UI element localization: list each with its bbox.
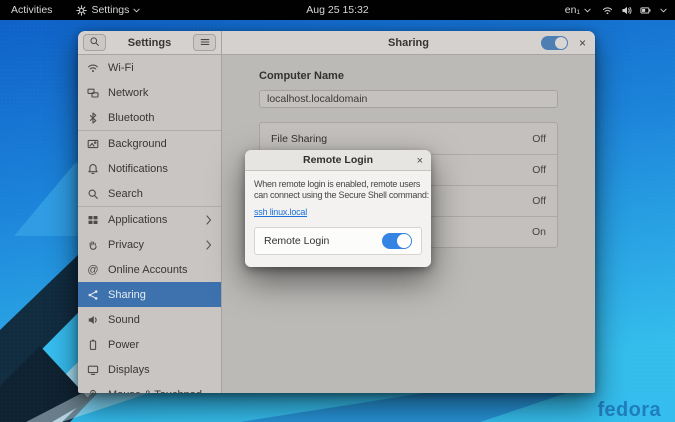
battery-icon[interactable] — [640, 5, 652, 16]
search-button[interactable] — [83, 34, 106, 51]
bell-icon — [87, 163, 99, 175]
row-status: Off — [532, 133, 546, 145]
menu-button[interactable] — [193, 34, 216, 51]
remote-login-toggle-row[interactable]: Remote Login — [254, 227, 422, 255]
sidebar-item-sound[interactable]: Sound — [78, 307, 221, 332]
sidebar-item-label: Privacy — [108, 239, 144, 251]
hamburger-icon — [200, 34, 210, 52]
dialog-headerbar: Remote Login × — [245, 150, 431, 171]
speaker-icon — [87, 314, 99, 326]
sidebar-item-label: Mouse & Touchpad — [108, 389, 202, 394]
remote-login-dialog: Remote Login × When remote login is enab… — [245, 150, 431, 267]
chevron-down-icon — [584, 8, 591, 13]
keyboard-layout-menu[interactable]: en₁ — [562, 0, 594, 20]
sidebar-item-label: Wi-Fi — [108, 62, 134, 74]
row-status: Off — [532, 164, 546, 176]
gear-icon — [76, 5, 87, 16]
sidebar-item-label: Notifications — [108, 163, 168, 175]
system-menu-chevron-icon[interactable] — [660, 8, 667, 13]
sidebar-item-label: Bluetooth — [108, 112, 154, 124]
toggle-knob — [555, 37, 567, 49]
mouse-icon — [87, 389, 99, 394]
wifi-icon — [87, 62, 99, 74]
sidebar-item-notifications[interactable]: Notifications — [78, 156, 221, 181]
dialog-body: When remote login is enabled, remote use… — [245, 171, 431, 267]
sidebar-item-label: Sharing — [108, 289, 146, 301]
top-bar: Activities Settings Aug 25 15:32 en₁ — [0, 0, 675, 20]
battery-icon — [87, 339, 99, 351]
sharing-master-toggle[interactable] — [541, 36, 568, 50]
sidebar-item-applications[interactable]: Applications — [78, 207, 221, 232]
remote-login-toggle[interactable] — [382, 233, 412, 249]
sidebar-item-mouse-touchpad[interactable]: Mouse & Touchpad — [78, 382, 221, 393]
chevron-down-icon — [133, 8, 140, 13]
computer-name-label: Computer Name — [259, 70, 558, 82]
sidebar-item-background[interactable]: Background — [78, 131, 221, 156]
window-close-icon[interactable]: × — [579, 37, 586, 49]
row-status: Off — [532, 195, 546, 207]
sidebar-item-label: Online Accounts — [108, 264, 188, 276]
computer-name-value: localhost.localdomain — [267, 93, 367, 105]
dialog-title: Remote Login — [303, 154, 373, 166]
toggle-knob — [397, 234, 411, 248]
chevron-right-icon — [206, 240, 212, 250]
at-icon: @ — [87, 264, 99, 276]
dialog-description-line2: can connect using the Secure Shell comma… — [254, 190, 422, 201]
network-icon — [87, 87, 99, 99]
sidebar-item-label: Displays — [108, 364, 150, 376]
bluetooth-icon — [87, 112, 99, 124]
dialog-close-icon[interactable]: × — [417, 150, 423, 171]
sidebar-item-online-accounts[interactable]: @ Online Accounts — [78, 257, 221, 282]
search-icon — [89, 34, 100, 52]
chevron-right-icon — [206, 215, 212, 225]
hand-icon — [87, 239, 99, 251]
fedora-logo: fedora — [597, 399, 661, 422]
computer-name-input[interactable]: localhost.localdomain — [259, 90, 558, 108]
sidebar-item-label: Background — [108, 138, 167, 150]
sidebar-item-label: Sound — [108, 314, 140, 326]
row-status: On — [532, 226, 546, 238]
sidebar-item-search[interactable]: Search — [78, 181, 221, 206]
sidebar-headerbar: Settings — [78, 31, 222, 55]
sidebar-item-privacy[interactable]: Privacy — [78, 232, 221, 257]
panel-title: Sharing — [222, 37, 595, 49]
remote-login-label: Remote Login — [264, 235, 329, 247]
content-headerbar: Sharing × — [222, 31, 595, 55]
volume-icon[interactable] — [621, 5, 632, 16]
sidebar-item-power[interactable]: Power — [78, 332, 221, 357]
share-icon — [87, 289, 99, 301]
keyboard-layout-label: en₁ — [565, 4, 580, 16]
sidebar-item-label: Power — [108, 339, 139, 351]
sidebar-item-displays[interactable]: Displays — [78, 357, 221, 382]
monitor-icon — [87, 364, 99, 376]
dialog-description-line1: When remote login is enabled, remote use… — [254, 179, 422, 190]
image-icon — [87, 138, 99, 150]
grid-icon — [87, 214, 99, 226]
search-icon — [87, 188, 99, 200]
sidebar-item-sharing[interactable]: Sharing — [78, 282, 221, 307]
app-menu-label: Settings — [91, 4, 129, 16]
sidebar-item-wifi[interactable]: Wi-Fi — [78, 55, 221, 80]
sidebar-item-network[interactable]: Network — [78, 80, 221, 105]
sidebar-item-label: Network — [108, 87, 148, 99]
screen: fedora Activities Settings Aug 25 15:32 … — [0, 0, 675, 422]
window-title: Settings — [106, 37, 193, 49]
window-headerbar: Settings Sharing × — [78, 31, 595, 55]
sidebar-item-bluetooth[interactable]: Bluetooth — [78, 105, 221, 130]
activities-button[interactable]: Activities — [8, 0, 55, 20]
sidebar-item-label: Search — [108, 188, 143, 200]
wifi-icon[interactable] — [602, 5, 613, 16]
sidebar-item-label: Applications — [108, 214, 167, 226]
ssh-command-link[interactable]: ssh linux.local — [254, 207, 307, 217]
activities-label: Activities — [11, 4, 52, 16]
app-menu-settings[interactable]: Settings — [73, 0, 143, 20]
settings-sidebar: Wi-Fi Network Bluetooth Background — [78, 55, 222, 393]
row-label: File Sharing — [271, 133, 327, 145]
